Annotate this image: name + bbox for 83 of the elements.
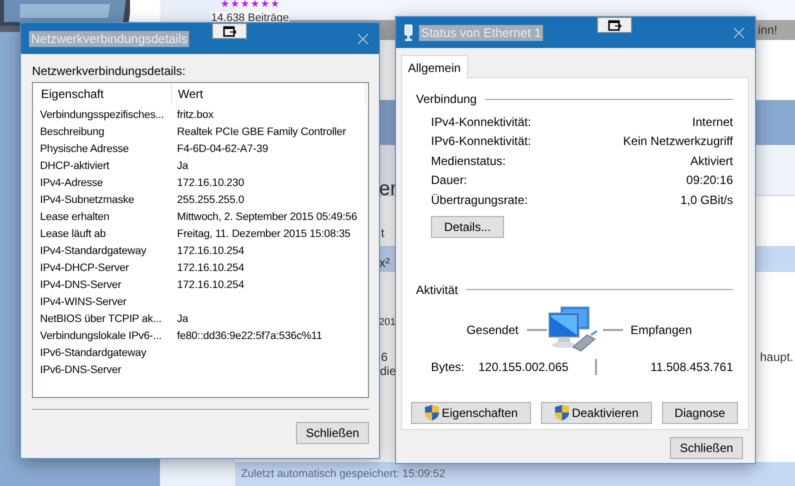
snap-button[interactable] [597, 17, 632, 33]
action-button[interactable]: Diagnose [662, 402, 738, 424]
received-label: Empfangen [630, 322, 692, 336]
network-computers-icon [546, 304, 598, 354]
field-value: Aktiviert [690, 154, 733, 168]
property-cell-text: IPv4-DHCP-Server [39, 262, 130, 274]
page-text: er [379, 178, 397, 201]
list-label: Netzwerkverbindungsdetails: [32, 64, 186, 78]
snap-icon [608, 20, 622, 30]
snap-icon [222, 26, 236, 36]
value-cell-text: F4-6D-04-62-A7-39 [176, 142, 270, 154]
value-cell-text: 172.16.10.254 [176, 262, 246, 274]
page-text: 201 [379, 317, 396, 328]
value-cell-text: Ja [176, 312, 190, 324]
shield-icon [554, 404, 570, 421]
value-cell-text: Ja [176, 160, 190, 172]
sent-bytes: 120.155.002.065 [478, 360, 568, 374]
field-label: IPv6-Konnektivität: [431, 134, 532, 148]
autosave-status: Zuletzt automatisch gespeichert: 15:09:52 [235, 462, 795, 486]
star-icon: ★ [270, 0, 280, 10]
bytes-label: Bytes: [431, 360, 464, 374]
star-icon: ★ [230, 0, 240, 10]
property-cell-text: IPv4-DNS-Server [39, 278, 122, 290]
property-cell-text: NetBIOS über TCPIP ak... [39, 312, 162, 324]
field-value: 09:20:16 [686, 173, 733, 188]
star-icon: ★ [220, 0, 230, 10]
property-cell-text: IPv4-Subnetzmaske [39, 194, 136, 206]
group-heading: Verbindung [416, 92, 477, 106]
close-button[interactable]: Schließen [670, 437, 743, 459]
property-cell-text: Physische Adresse [39, 142, 130, 154]
page-text: 6 [381, 350, 388, 364]
snap-button[interactable] [212, 23, 247, 39]
field-value: Internet [692, 114, 733, 129]
property-cell-text: IPv4-Adresse [39, 176, 104, 188]
close-button[interactable] [733, 26, 745, 38]
window-title: Status von Ethernet 1 [419, 24, 544, 40]
sent-label: Gesendet [466, 322, 518, 336]
field-value: 1,0 GBit/s [680, 192, 733, 207]
property-cell-text: Verbindungsspezifisches... [39, 108, 165, 120]
field-label: Übertragungsrate: [431, 192, 528, 207]
field-label: IPv4-Konnektivität: [431, 114, 532, 129]
close-button[interactable]: Schließen [296, 422, 369, 444]
value-cell-text: Mittwoch, 2. September 2015 05:49:56 [176, 210, 358, 222]
property-cell-text: IPv6-DNS-Server [39, 364, 122, 376]
action-button[interactable]: Eigenschaften [410, 402, 531, 424]
property-cell-text: Beschreibung [39, 126, 106, 138]
property-cell-text: Lease läuft ab [39, 228, 107, 240]
field-value: Kein Netzwerkzugriff [623, 134, 733, 148]
action-button[interactable]: Deaktivieren [540, 402, 652, 424]
property-cell-text: DHCP-aktiviert [39, 160, 110, 172]
value-cell-text: 172.16.10.254 [176, 278, 246, 290]
shield-icon [424, 404, 440, 421]
property-cell-text: IPv4-Standardgateway [39, 244, 148, 256]
value-cell-text: 255.255.255.0 [176, 194, 246, 206]
page-text: die [380, 364, 396, 378]
page-text: t [381, 226, 384, 240]
star-icon: ★ [240, 0, 250, 10]
group-heading: Aktivität [416, 282, 458, 296]
page-text: haupt. [760, 350, 794, 364]
star-icon: ★ [260, 0, 270, 10]
value-cell-text: 172.16.10.230 [176, 176, 246, 188]
window-title: Netzwerkverbindungsdetails [29, 30, 190, 46]
field-label: Dauer: [431, 173, 468, 188]
column-header[interactable]: Eigenschaft [35, 83, 172, 105]
value-cell-text: Freitag, 11. Dezember 2015 15:08:35 [176, 228, 352, 240]
close-button[interactable] [357, 32, 369, 44]
page-text: inn! [758, 23, 778, 37]
star-icon: ★ [250, 0, 260, 10]
column-header[interactable]: Wert [172, 83, 366, 105]
field-label: Medienstatus: [431, 154, 506, 168]
property-cell-text: IPv4-WINS-Server [39, 296, 128, 308]
property-cell-text: Lease erhalten [39, 210, 110, 222]
ethernet-icon [404, 24, 413, 42]
tab[interactable]: Allgemein [401, 55, 468, 78]
page-text: x² [379, 255, 390, 270]
property-cell-text: IPv6-Standardgateway [39, 346, 148, 358]
value-cell-text: 172.16.10.254 [176, 244, 246, 256]
value-cell-text: fe80::dd36:9e22:5f7a:536c%11 [176, 330, 324, 342]
value-cell-text: fritz.box [176, 108, 214, 120]
received-bytes: 11.508.453.761 [649, 360, 733, 374]
value-cell-text: Realtek PCIe GBE Family Controller [176, 126, 347, 138]
property-cell-text: Verbindungslokale IPv6-... [39, 330, 163, 342]
details-button[interactable]: Details... [431, 216, 504, 238]
